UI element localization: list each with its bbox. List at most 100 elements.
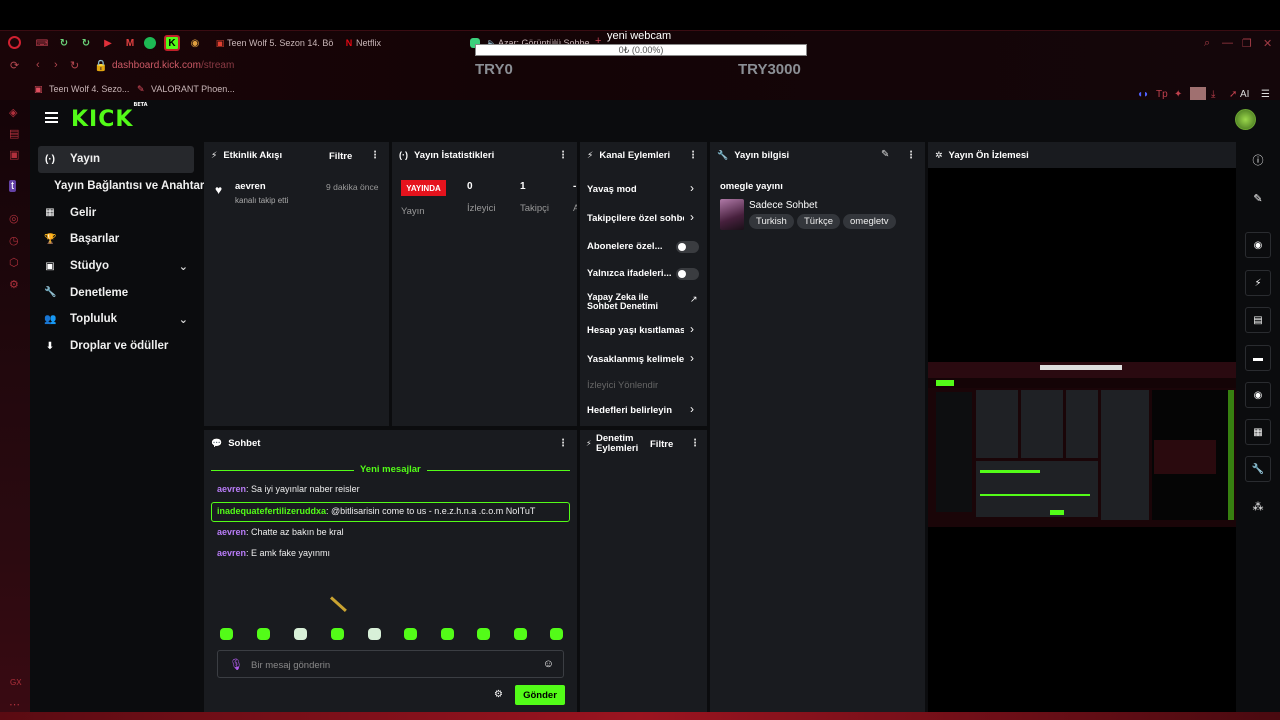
nav-item-basarilar[interactable]: 🏆 Başarılar [38, 226, 194, 253]
maximize-icon[interactable]: ❐ [1242, 37, 1252, 50]
stream-preview-video[interactable] [928, 362, 1236, 527]
emote-icon[interactable] [368, 628, 381, 640]
url-field[interactable]: dashboard.kick.com/stream [112, 60, 234, 71]
activity-user[interactable]: aevren [235, 181, 266, 192]
opera-logo-icon[interactable] [8, 36, 21, 49]
edit-icon[interactable]: ✎ [881, 149, 889, 160]
emote-icon[interactable] [477, 628, 490, 640]
user-avatar[interactable] [1235, 109, 1256, 130]
chat-username[interactable]: aevren [217, 484, 246, 494]
chat-settings-icon[interactable]: ⚙ [494, 689, 503, 700]
puzzle-icon[interactable]: ✦ [1174, 89, 1182, 100]
external-link-icon[interactable]: ↗ [690, 294, 698, 305]
banned-words-item[interactable]: Yasaklanmış kelimeler [587, 354, 684, 365]
chevron-right-icon[interactable]: › [690, 322, 694, 336]
menu-icon[interactable]: ☰ [1261, 89, 1270, 100]
more-options-icon[interactable]: ⋮ [558, 438, 568, 449]
wrench-icon[interactable]: 🔧 [1245, 456, 1271, 482]
gamepad-icon[interactable]: ⌨ [34, 35, 50, 51]
chat-icon[interactable]: ▬ [1245, 345, 1271, 371]
sidebar-app-icon[interactable]: ▤ [9, 127, 19, 140]
emote-icon[interactable] [404, 628, 417, 640]
close-icon[interactable]: ✕ [1263, 37, 1272, 50]
filter-button[interactable]: Filtre [650, 439, 673, 450]
emoji-icon[interactable]: ☺ [543, 658, 554, 670]
more-options-icon[interactable]: ⋮ [558, 150, 568, 161]
chevron-right-icon[interactable]: › [690, 210, 694, 224]
chevron-right-icon[interactable]: › [690, 351, 694, 365]
nav-item-studyo[interactable]: ▣ Stüdyo ⌄ [38, 253, 194, 280]
subscribers-only-toggle[interactable] [676, 241, 699, 253]
chevron-right-icon[interactable]: › [690, 402, 694, 416]
bookmark-valorant[interactable]: VALORANT Phoen... [151, 84, 235, 94]
more-options-icon[interactable]: ⋮ [688, 150, 698, 161]
followers-only-item[interactable]: Takipçilere özel sohbe [587, 213, 684, 224]
slow-mode-item[interactable]: Yavaş mod [587, 184, 637, 195]
chat-username[interactable]: aevren [217, 548, 246, 558]
focus-icon[interactable]: ◉ [1245, 232, 1271, 258]
document-icon[interactable]: ▤ [1245, 307, 1271, 333]
send-icon[interactable]: ➚ [1229, 89, 1237, 100]
account-age-item[interactable]: Hesap yaşı kısıtlamas [587, 325, 684, 336]
hamburger-menu-icon[interactable] [45, 112, 58, 123]
profile-avatar[interactable] [1190, 87, 1206, 101]
emotes-only-toggle[interactable] [676, 268, 699, 280]
settings-icon[interactable]: ⚙ [9, 278, 19, 291]
set-goals-item[interactable]: Hedefleri belirleyin [587, 405, 672, 416]
youtube-icon[interactable]: ▶ [100, 35, 116, 51]
nav-item-topluluk[interactable]: 👥 Topluluk ⌄ [38, 306, 194, 333]
more-options-icon[interactable]: ⋮ [906, 150, 916, 161]
chevron-right-icon[interactable]: › [690, 181, 694, 195]
chat-username[interactable]: aevren [217, 527, 246, 537]
spotify-icon[interactable] [144, 37, 156, 49]
tab-netflix[interactable]: Netflix [356, 38, 381, 48]
sidebar-app-icon[interactable]: ▣ [9, 148, 19, 161]
emote-icon[interactable] [331, 628, 344, 640]
extension-icon[interactable]: Tp [1156, 89, 1168, 100]
nav-item-gelir[interactable]: ▦ Gelir [38, 199, 194, 226]
nav-item-stream-key[interactable]: Yayın Bağlantısı ve Anahtarı [38, 173, 208, 200]
emote-icon[interactable] [294, 628, 307, 640]
info-icon[interactable]: ⓘ [1245, 150, 1271, 170]
app-tab-icon[interactable]: ◉ [187, 35, 203, 51]
refresh-icon[interactable]: ⟳ [10, 59, 19, 72]
ai-moderation-item-line2[interactable]: Sohbet Denetimi [587, 301, 658, 311]
sidebar-app-icon[interactable]: ⬡ [9, 256, 19, 269]
app-tab-icon[interactable]: ↻ [78, 35, 94, 51]
nav-item-denetleme[interactable]: 🔧 Denetleme [38, 279, 194, 306]
sidebar-app-icon[interactable]: ◎ [9, 212, 19, 225]
ai-button[interactable]: AI [1240, 89, 1249, 100]
broadcast-icon[interactable]: ◉ [1245, 382, 1271, 408]
emote-icon[interactable] [550, 628, 563, 640]
minimize-icon[interactable]: — [1222, 37, 1233, 49]
kick-tab-icon[interactable]: K [164, 35, 180, 51]
gx-icon[interactable]: GX [10, 678, 22, 687]
back-icon[interactable]: ‹ [36, 59, 40, 71]
chat-username[interactable]: inadequatefertilizeruddxa [217, 506, 326, 516]
chat-input[interactable]: 🎙 Bir mesaj gönderin ☺ [217, 650, 564, 678]
emote-icon[interactable] [257, 628, 270, 640]
kick-logo[interactable]: KICKBETA [71, 102, 148, 132]
microphone-icon[interactable]: 🎙 [229, 658, 243, 671]
edit-icon[interactable]: ✎ [1245, 188, 1271, 208]
tab-teen-wolf[interactable]: Teen Wolf 5. Sezon 14. Bö [227, 38, 333, 48]
more-options-icon[interactable]: ⋮ [370, 150, 380, 161]
emote-icon[interactable] [441, 628, 454, 640]
emote-icon[interactable] [220, 628, 233, 640]
extension-icon[interactable]: ◖◗ [1137, 89, 1149, 100]
more-icon[interactable]: ⋯ [9, 698, 20, 711]
nav-item-yayin[interactable]: (·) Yayın [38, 146, 194, 173]
emote-icon[interactable] [514, 628, 527, 640]
more-options-icon[interactable]: ⋮ [690, 438, 700, 449]
nav-item-droplar[interactable]: ⬇ Droplar ve ödüller [38, 333, 194, 360]
lightning-icon[interactable]: ⚡ [1245, 270, 1271, 296]
new-messages-label[interactable]: Yeni mesajlar [354, 464, 427, 475]
send-button[interactable]: Gönder [515, 685, 565, 705]
reload-icon[interactable]: ↻ [70, 59, 79, 72]
gmail-icon[interactable]: M [122, 35, 138, 51]
twitch-icon[interactable]: t [9, 180, 17, 192]
app-tab-icon[interactable]: ↻ [56, 35, 72, 51]
download-icon[interactable]: ⤓ [1211, 89, 1215, 100]
bookmark-teen-wolf[interactable]: Teen Wolf 4. Sezo... [49, 84, 129, 94]
forward-icon[interactable]: › [54, 59, 58, 71]
